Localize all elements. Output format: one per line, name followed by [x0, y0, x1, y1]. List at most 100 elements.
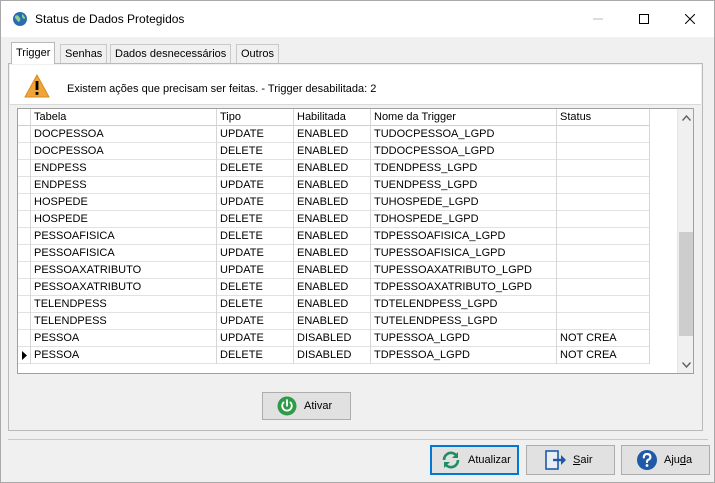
row-indicator[interactable] [18, 194, 31, 211]
tab-trigger[interactable]: Trigger [11, 42, 56, 64]
cell-tipo[interactable]: UPDATE [217, 245, 294, 262]
cell-tabela[interactable]: ENDPESS [31, 177, 217, 194]
cell-status[interactable]: NOT CREA [557, 330, 650, 347]
cell-habilitada[interactable]: ENABLED [294, 177, 371, 194]
cell-tipo[interactable]: DELETE [217, 211, 294, 228]
table-row[interactable]: DOCPESSOA UPDATE ENABLED TUDOCPESSOA_LGPD [18, 126, 650, 143]
tab-dados-desnecessarios[interactable]: Dados desnecessários [110, 44, 232, 63]
column-header-tipo[interactable]: Tipo [217, 109, 294, 126]
cell-nome-da-trigger[interactable]: TDENDPESS_LGPD [371, 160, 557, 177]
cell-habilitada[interactable]: ENABLED [294, 313, 371, 330]
cell-nome-da-trigger[interactable]: TUENDPESS_LGPD [371, 177, 557, 194]
cell-habilitada[interactable]: ENABLED [294, 160, 371, 177]
cell-status[interactable] [557, 211, 650, 228]
atualizar-button[interactable]: Atualizar [430, 445, 519, 475]
cell-status[interactable]: NOT CREA [557, 347, 650, 364]
cell-nome-da-trigger[interactable]: TDPESSOA_LGPD [371, 347, 557, 364]
cell-tabela[interactable]: TELENDPESS [31, 296, 217, 313]
cell-tabela[interactable]: DOCPESSOA [31, 126, 217, 143]
cell-tabela[interactable]: PESSOAFISICA [31, 228, 217, 245]
cell-habilitada[interactable]: ENABLED [294, 126, 371, 143]
cell-status[interactable] [557, 296, 650, 313]
table-row[interactable]: DOCPESSOA DELETE ENABLED TDDOCPESSOA_LGPD [18, 143, 650, 160]
row-indicator[interactable] [18, 245, 31, 262]
cell-tipo[interactable]: UPDATE [217, 126, 294, 143]
cell-nome-da-trigger[interactable]: TDTELENDPESS_LGPD [371, 296, 557, 313]
cell-status[interactable] [557, 177, 650, 194]
vertical-scrollbar[interactable] [677, 109, 693, 373]
cell-status[interactable] [557, 262, 650, 279]
scroll-thumb[interactable] [679, 232, 693, 336]
tab-outros[interactable]: Outros [236, 44, 280, 63]
cell-status[interactable] [557, 160, 650, 177]
cell-nome-da-trigger[interactable]: TDDOCPESSOA_LGPD [371, 143, 557, 160]
cell-tabela[interactable]: TELENDPESS [31, 313, 217, 330]
cell-tabela[interactable]: HOSPEDE [31, 194, 217, 211]
row-indicator[interactable] [18, 126, 31, 143]
cell-tipo[interactable]: DELETE [217, 296, 294, 313]
cell-tipo[interactable]: UPDATE [217, 177, 294, 194]
cell-tabela[interactable]: PESSOAXATRIBUTO [31, 279, 217, 296]
cell-tabela[interactable]: HOSPEDE [31, 211, 217, 228]
cell-nome-da-trigger[interactable]: TDPESSOAXATRIBUTO_LGPD [371, 279, 557, 296]
column-header-nome-da-trigger[interactable]: Nome da Trigger [371, 109, 557, 126]
cell-tabela[interactable]: ENDPESS [31, 160, 217, 177]
cell-nome-da-trigger[interactable]: TUPESSOAXATRIBUTO_LGPD [371, 262, 557, 279]
cell-status[interactable] [557, 245, 650, 262]
table-row[interactable]: PESSOA DELETE DISABLED TDPESSOA_LGPD NOT CRE… [18, 347, 650, 364]
row-indicator[interactable] [18, 262, 31, 279]
table-row[interactable]: PESSOA UPDATE DISABLED TUPESSOA_LGPD NOT CRE… [18, 330, 650, 347]
cell-tipo[interactable]: DELETE [217, 160, 294, 177]
row-indicator[interactable] [18, 228, 31, 245]
column-header-tabela[interactable]: Tabela [31, 109, 217, 126]
cell-nome-da-trigger[interactable]: TDHOSPEDE_LGPD [371, 211, 557, 228]
cell-tabela[interactable]: PESSOAFISICA [31, 245, 217, 262]
scroll-up-button[interactable] [678, 109, 693, 126]
row-indicator[interactable] [18, 160, 31, 177]
column-header-habilitada[interactable]: Habilitada [294, 109, 371, 126]
tab-senhas[interactable]: Senhas [60, 44, 108, 63]
cell-tipo[interactable]: UPDATE [217, 262, 294, 279]
cell-status[interactable] [557, 228, 650, 245]
cell-tipo[interactable]: UPDATE [217, 313, 294, 330]
cell-nome-da-trigger[interactable]: TDPESSOAFISICA_LGPD [371, 228, 557, 245]
table-row[interactable]: PESSOAXATRIBUTO UPDATE ENABLED TUPESSOAXATR… [18, 262, 650, 279]
row-indicator[interactable] [18, 211, 31, 228]
row-indicator[interactable] [18, 279, 31, 296]
cell-tipo[interactable]: UPDATE [217, 330, 294, 347]
cell-nome-da-trigger[interactable]: TUDOCPESSOA_LGPD [371, 126, 557, 143]
cell-habilitada[interactable]: DISABLED [294, 347, 371, 364]
cell-habilitada[interactable]: ENABLED [294, 194, 371, 211]
table-row[interactable]: HOSPEDE DELETE ENABLED TDHOSPEDE_LGPD [18, 211, 650, 228]
row-indicator[interactable] [18, 330, 31, 347]
cell-habilitada[interactable]: ENABLED [294, 228, 371, 245]
cell-nome-da-trigger[interactable]: TUPESSOA_LGPD [371, 330, 557, 347]
cell-tipo[interactable]: DELETE [217, 228, 294, 245]
cell-tipo[interactable]: DELETE [217, 347, 294, 364]
cell-habilitada[interactable]: ENABLED [294, 262, 371, 279]
cell-tipo[interactable]: DELETE [217, 279, 294, 296]
cell-habilitada[interactable]: ENABLED [294, 211, 371, 228]
cell-nome-da-trigger[interactable]: TUHOSPEDE_LGPD [371, 194, 557, 211]
ativar-button[interactable]: Ativar [262, 392, 351, 420]
cell-tipo[interactable]: DELETE [217, 143, 294, 160]
column-header-status[interactable]: Status [557, 109, 650, 126]
trigger-grid[interactable]: Tabela Tipo Habilitada Nome da Trigger S… [17, 108, 694, 374]
row-indicator[interactable] [18, 177, 31, 194]
cell-habilitada[interactable]: ENABLED [294, 245, 371, 262]
table-row[interactable]: ENDPESS UPDATE ENABLED TUENDPESS_LGPD [18, 177, 650, 194]
cell-habilitada[interactable]: ENABLED [294, 143, 371, 160]
row-indicator[interactable] [18, 347, 31, 364]
cell-status[interactable] [557, 279, 650, 296]
table-row[interactable]: PESSOAFISICA DELETE ENABLED TDPESSOAFISICA_… [18, 228, 650, 245]
cell-status[interactable] [557, 143, 650, 160]
table-row[interactable]: ENDPESS DELETE ENABLED TDENDPESS_LGPD [18, 160, 650, 177]
cell-status[interactable] [557, 126, 650, 143]
cell-nome-da-trigger[interactable]: TUPESSOAFISICA_LGPD [371, 245, 557, 262]
ajuda-button[interactable]: Ajuda [621, 445, 710, 475]
maximize-button[interactable] [621, 1, 667, 37]
sair-button[interactable]: Sair [526, 445, 615, 475]
title-bar[interactable]: Status de Dados Protegidos [1, 1, 714, 37]
cell-habilitada[interactable]: ENABLED [294, 279, 371, 296]
table-row[interactable]: TELENDPESS UPDATE ENABLED TUTELENDPESS_LGPD [18, 313, 650, 330]
